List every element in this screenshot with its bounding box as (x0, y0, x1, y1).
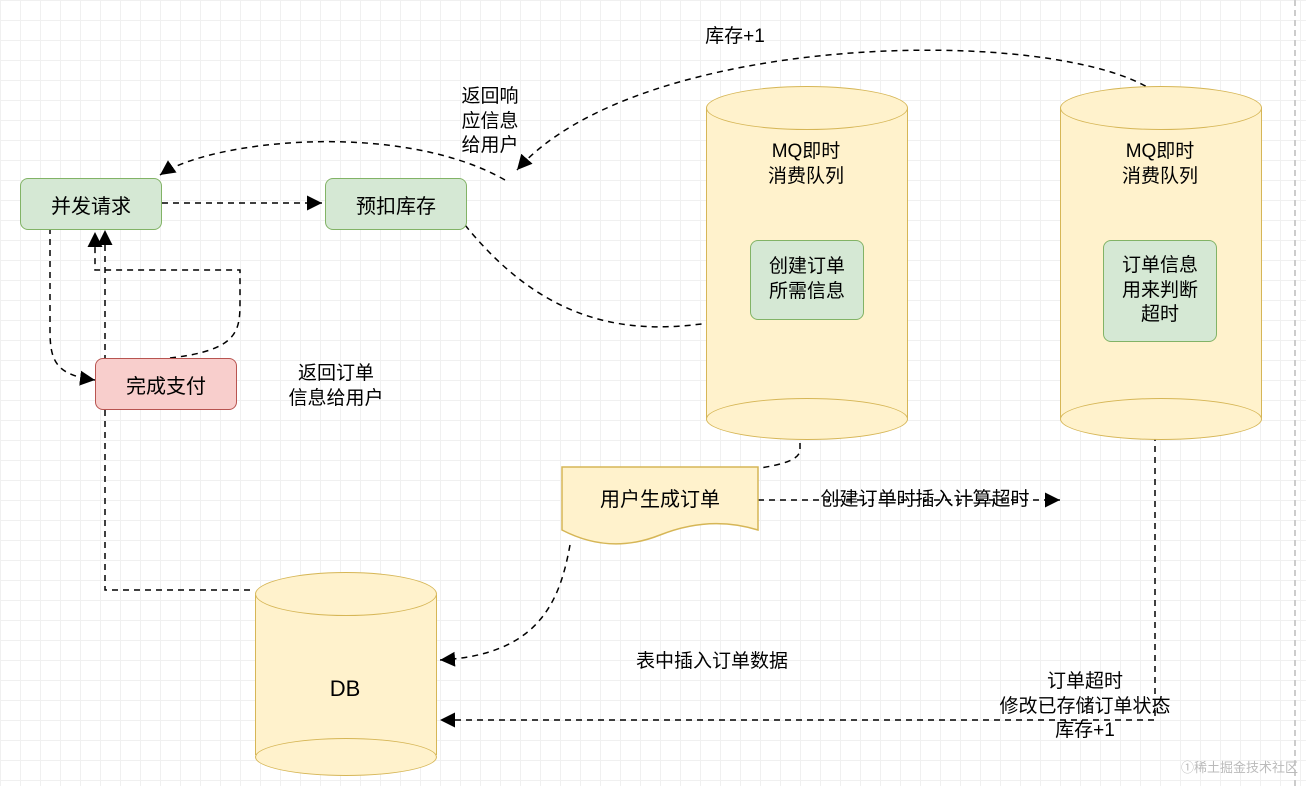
watermark: ①稀土掘金技术社区 (1181, 757, 1298, 776)
node-label: 完成支付 (126, 370, 206, 399)
edge-label-insert-order-data: 表中插入订单数据 (612, 650, 812, 675)
edge-label-return-order-info: 返回订单 信息给用户 (276, 362, 396, 411)
mq1-title: MQ即时 消费队列 (706, 140, 906, 189)
edge-label-create-order-timeout: 创建订单时插入计算超时 (790, 488, 1060, 513)
node-label: 预扣库存 (356, 190, 436, 219)
node-complete-payment: 完成支付 (95, 358, 237, 410)
node-pre-deduct-stock: 预扣库存 (325, 178, 467, 230)
right-border-dashed (1294, 0, 1296, 786)
mq2-inner-box: 订单信息 用来判断 超时 (1103, 240, 1217, 342)
node-concurrent-request: 并发请求 (20, 178, 162, 230)
node-label: 并发请求 (51, 190, 131, 219)
node-label: 用户生成订单 (560, 483, 760, 512)
edge-label-stock-plus-1: 库存+1 (690, 25, 780, 50)
edge-label-order-timeout-update: 订单超时 修改已存储订单状态 库存+1 (965, 670, 1205, 744)
diagram-canvas: 并发请求 预扣库存 完成支付 MQ即时 消费队列 创建订单 所需信息 MQ即时 … (0, 0, 1306, 786)
mq2-title: MQ即时 消费队列 (1060, 140, 1260, 189)
edge-label-return-response: 返回响 应信息 给用户 (445, 85, 535, 159)
db-title: DB (255, 675, 435, 704)
node-user-create-order: 用户生成订单 (560, 465, 760, 545)
mq1-inner-box: 创建订单 所需信息 (750, 240, 864, 320)
